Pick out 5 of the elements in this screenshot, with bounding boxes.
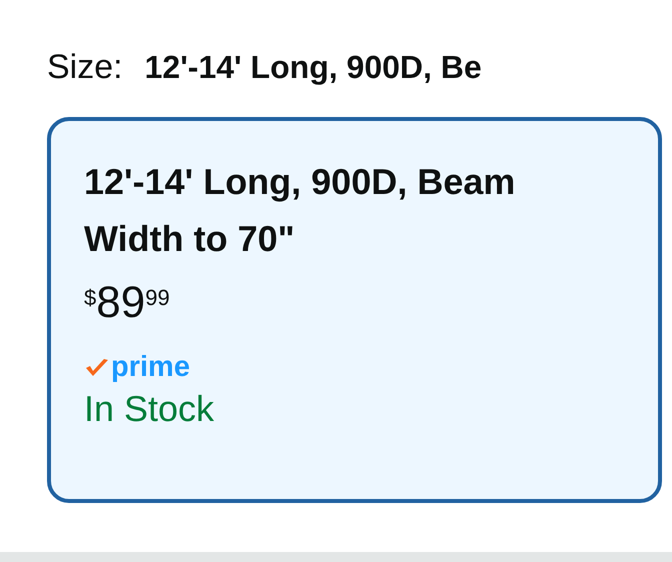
option-title: 12'-14' Long, 900D, Beam Width to 70": [84, 160, 516, 261]
size-label: Size:: [47, 48, 123, 87]
prime-logo: prime: [111, 351, 190, 384]
availability: In Stock: [84, 388, 214, 430]
selected-size: 12'-14' Long, 900D, Be: [144, 49, 482, 86]
